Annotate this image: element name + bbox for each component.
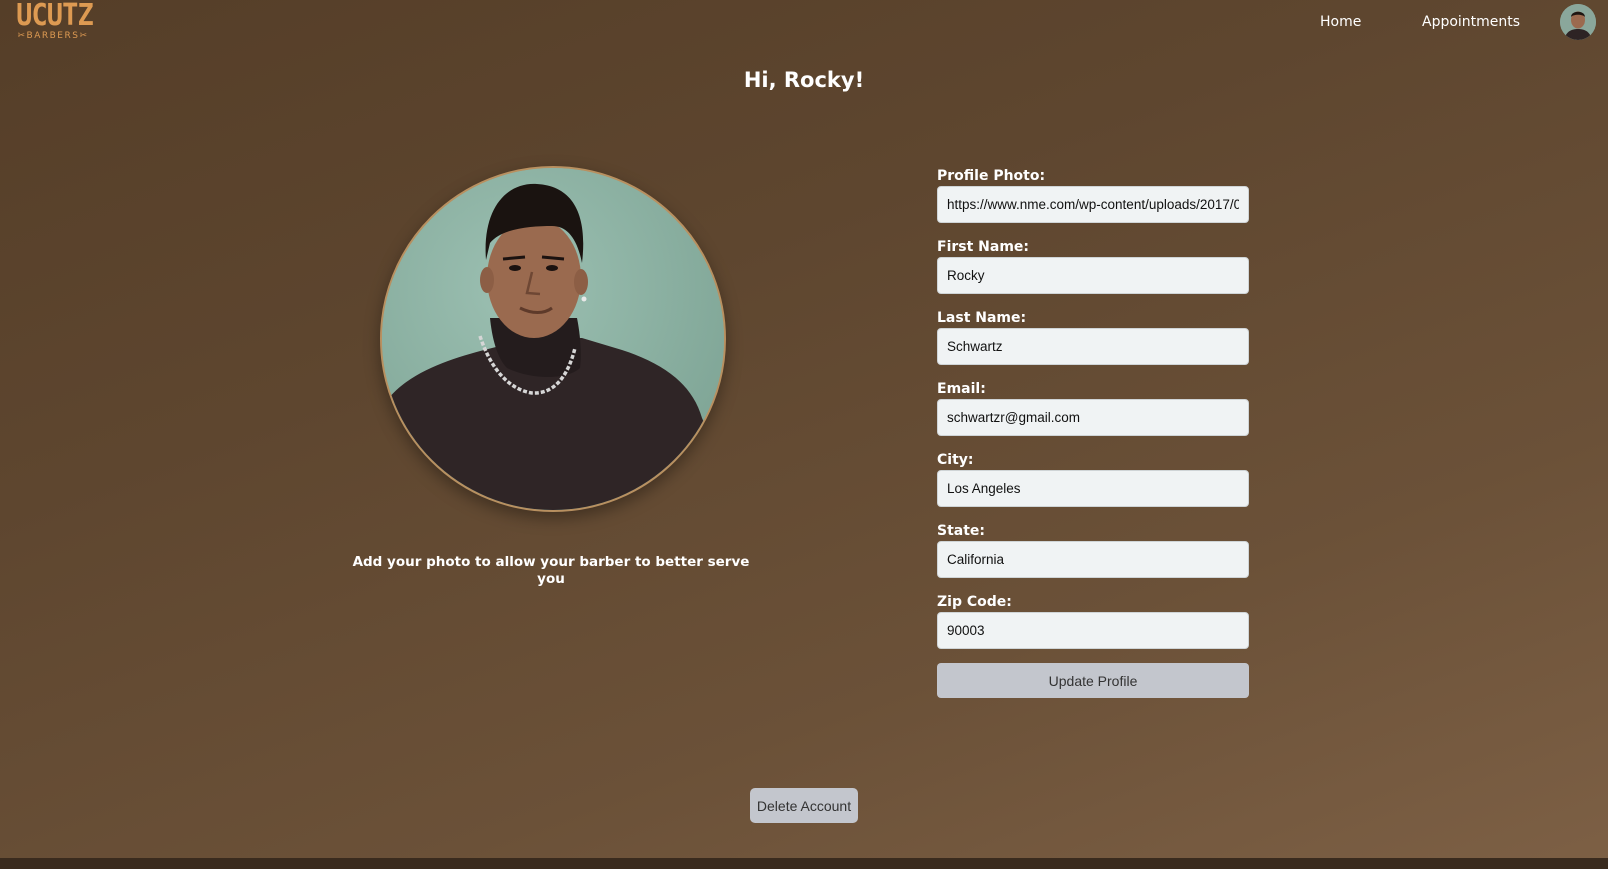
email-label: Email: xyxy=(937,381,986,397)
photo-caption: Add your photo to allow your barber to b… xyxy=(352,554,750,587)
zip-code-input[interactable] xyxy=(937,612,1249,649)
nav-appointments-link[interactable]: Appointments xyxy=(1422,14,1520,30)
state-input[interactable] xyxy=(937,541,1249,578)
nav-home-link[interactable]: Home xyxy=(1320,14,1361,30)
email-field: Email: xyxy=(937,380,1249,436)
last-name-label: Last Name: xyxy=(937,310,1027,326)
state-label: State: xyxy=(937,523,986,539)
city-label: City: xyxy=(937,452,974,468)
city-field: City: xyxy=(937,451,1249,507)
brand-logo[interactable]: UCUTZ ✂BARBERS✂ xyxy=(12,0,94,41)
first-name-field: First Name: xyxy=(937,238,1249,294)
zip-code-label: Zip Code: xyxy=(937,594,1012,610)
delete-account-button[interactable]: Delete Account xyxy=(750,788,858,823)
last-name-input[interactable] xyxy=(937,328,1249,365)
page-title: Hi, Rocky! xyxy=(743,68,865,92)
state-field: State: xyxy=(937,522,1249,578)
profile-photo-image xyxy=(382,168,724,510)
footer-strip xyxy=(0,858,1608,869)
logo-wordmark: UCUTZ xyxy=(16,0,94,33)
avatar-icon xyxy=(1560,4,1596,40)
update-profile-button[interactable]: Update Profile xyxy=(937,663,1249,698)
profile-photo xyxy=(380,166,726,512)
city-input[interactable] xyxy=(937,470,1249,507)
profile-form: Profile Photo: First Name: Last Name: Em… xyxy=(937,166,1249,698)
first-name-input[interactable] xyxy=(937,257,1249,294)
zip-code-field: Zip Code: xyxy=(937,593,1249,649)
first-name-label: First Name: xyxy=(937,239,1030,255)
profile-photo-label: Profile Photo: xyxy=(937,168,1046,184)
user-avatar[interactable] xyxy=(1560,4,1596,40)
email-input[interactable] xyxy=(937,399,1249,436)
profile-photo-field: Profile Photo: xyxy=(937,167,1249,223)
profile-photo-input[interactable] xyxy=(937,186,1249,223)
last-name-field: Last Name: xyxy=(937,309,1249,365)
